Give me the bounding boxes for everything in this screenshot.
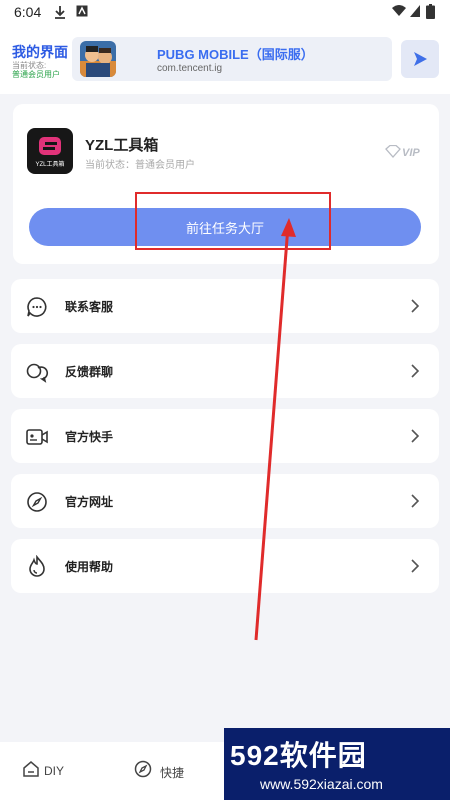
- chevron-right-icon: [411, 559, 420, 573]
- menu-item-contact-support[interactable]: 联系客服: [11, 279, 439, 333]
- menu-item-label: 官方快手: [65, 430, 114, 444]
- notification-icon: [76, 5, 88, 17]
- vip-badge: VIP: [385, 144, 425, 164]
- watermark-url: www.592xiazai.com: [260, 776, 383, 792]
- menu-item-label: 使用帮助: [65, 560, 114, 574]
- svg-text:VIP: VIP: [402, 147, 420, 159]
- nav-shortcut-label[interactable]: 快捷: [160, 764, 184, 781]
- wifi-icon: [392, 5, 406, 16]
- menu-item-usage-help[interactable]: 使用帮助: [11, 539, 439, 593]
- top-header: 我的界面 当前状态: 普通会员用户 PUBG MOBILE（国际服） com.t…: [0, 26, 450, 94]
- app-logo: YZL工具箱: [27, 128, 73, 174]
- page-title: 我的界面: [12, 44, 68, 60]
- profile-card: YZL工具箱 YZL工具箱 当前状态：普通会员用户 VIP 前往任务大厅: [13, 104, 439, 264]
- video-camera-icon: [26, 429, 48, 445]
- menu-item-label: 联系客服: [65, 300, 114, 314]
- flame-icon: [29, 555, 45, 577]
- signal-icon: [410, 5, 420, 17]
- watermark-text: 592软件园: [230, 740, 367, 771]
- menu-item-feedback-group[interactable]: 反馈群聊: [11, 344, 439, 398]
- download-icon: [55, 6, 65, 19]
- app-package: com.tencent.ig: [157, 63, 223, 74]
- status-bar: 6:04: [0, 0, 450, 26]
- menu-item-label: 官方网址: [65, 495, 114, 509]
- chevron-right-icon: [411, 299, 420, 313]
- launch-button[interactable]: [401, 40, 439, 78]
- chat-bubble-icon: [27, 297, 47, 317]
- chevron-right-icon: [411, 364, 420, 378]
- app-name: PUBG MOBILE（国际服）: [157, 47, 314, 62]
- menu-item-official-website[interactable]: 官方网址: [11, 474, 439, 528]
- selected-app-card[interactable]: PUBG MOBILE（国际服） com.tencent.ig: [72, 37, 392, 81]
- compass-icon: [27, 492, 47, 512]
- chevron-right-icon: [411, 494, 420, 508]
- annotation-highlight-box: [135, 192, 331, 250]
- battery-icon: [426, 4, 435, 19]
- app-icon: [80, 41, 116, 77]
- menu-item-official-kuaishou[interactable]: 官方快手: [11, 409, 439, 463]
- chevron-right-icon: [411, 429, 420, 443]
- group-chat-icon: [26, 363, 48, 383]
- status-time: 6:04: [14, 4, 42, 20]
- logo-text: YZL工具箱: [35, 162, 65, 168]
- user-name: YZL工具箱: [85, 137, 159, 154]
- home-icon: [23, 761, 39, 777]
- nav-diy-label[interactable]: DIY: [44, 764, 64, 778]
- menu-item-label: 反馈群聊: [65, 365, 114, 379]
- compass-icon: [134, 760, 152, 778]
- status-value: 普通会员用户: [12, 70, 60, 79]
- user-status: 当前状态：普通会员用户: [85, 160, 195, 171]
- play-icon: [414, 52, 427, 66]
- watermark-logo: 592软件园 www.592xiazai.com: [224, 728, 450, 800]
